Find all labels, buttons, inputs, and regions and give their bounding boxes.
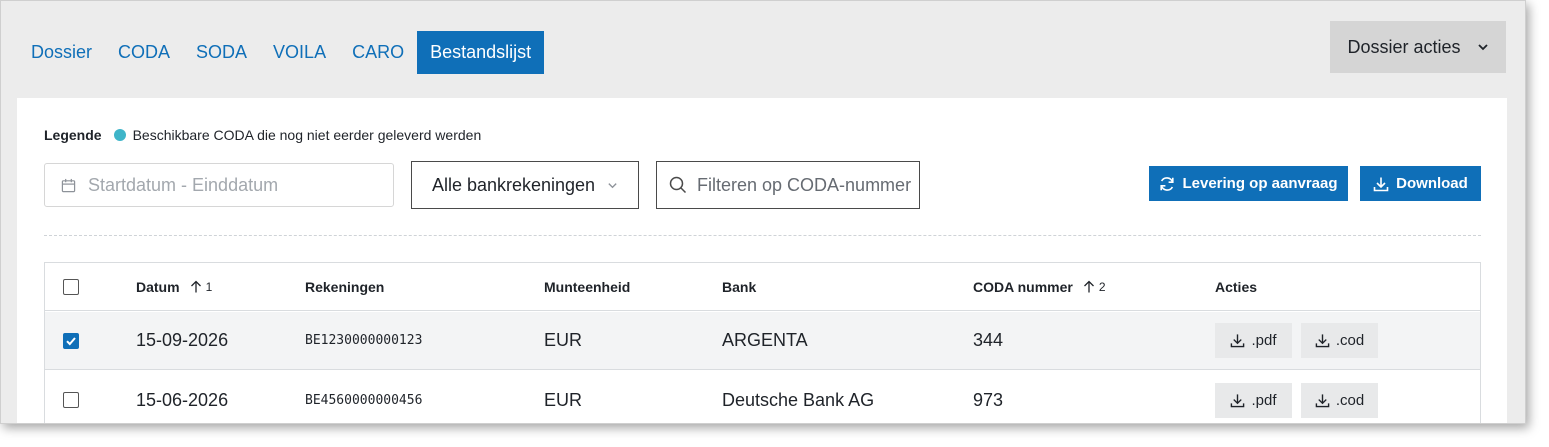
dossier-acties-button[interactable]: Dossier acties: [1330, 21, 1506, 73]
legend-text: Beschikbare CODA die nog niet eerder gel…: [132, 127, 482, 143]
column-datum[interactable]: Datum 1: [136, 263, 212, 310]
download-icon: [1231, 393, 1245, 407]
coda-sort-order: 2: [1098, 279, 1106, 294]
tab-bestandslijst[interactable]: Bestandslijst: [417, 31, 545, 74]
cod-label: .cod: [1335, 332, 1365, 349]
cell-acties: .pdf .cod: [1215, 312, 1378, 369]
table-row: 15-09-2026 BE1230000000123 EUR ARGENTA 3…: [45, 312, 1480, 370]
refresh-icon: [1160, 176, 1175, 191]
cell-coda-nummer: 973: [973, 389, 1004, 410]
coda-sort-indicator: 2: [1083, 280, 1106, 294]
row-select-cell: [63, 312, 79, 369]
row-checkbox[interactable]: [63, 392, 79, 408]
download-icon: [1231, 334, 1245, 348]
chevron-down-icon: [1477, 44, 1488, 51]
column-rekeningen: Rekeningen: [305, 278, 385, 295]
pdf-label: .pdf: [1251, 332, 1277, 349]
cell-munteenheid: EUR: [544, 389, 583, 410]
checkmark-icon: [66, 336, 76, 345]
cell-acties: .pdf .cod: [1215, 371, 1378, 423]
column-datum-label: Datum: [136, 278, 180, 295]
cell-munteenheid: EUR: [544, 330, 583, 350]
select-all-checkbox[interactable]: [63, 278, 79, 295]
coda-search-input[interactable]: Filteren op CODA-nummer: [656, 161, 920, 209]
tab-dossier[interactable]: Dossier: [18, 31, 105, 74]
download-cod-button[interactable]: .cod: [1301, 323, 1378, 358]
column-bank: Bank: [722, 278, 757, 295]
accounts-select[interactable]: Alle bankrekeningen: [411, 161, 639, 209]
download-label: Download: [1396, 175, 1468, 192]
chevron-down-icon: [608, 182, 617, 188]
cell-datum: 15-09-2026: [136, 330, 229, 350]
download-pdf-button[interactable]: .pdf: [1215, 323, 1292, 358]
column-acties: Acties: [1215, 278, 1258, 295]
datum-sort-order: 1: [205, 279, 213, 294]
datum-sort-indicator: 1: [190, 279, 213, 294]
table-row: 15-06-2026 BE4560000000456 EUR Deutsche …: [45, 371, 1480, 423]
cell-bank: Deutsche Bank AG: [722, 389, 875, 410]
select-all-cell: [63, 263, 79, 310]
cell-bank: ARGENTA: [722, 330, 808, 350]
search-icon: [669, 176, 687, 194]
download-icon: [1315, 334, 1330, 348]
divider: [44, 235, 1481, 236]
legend-title: Legende: [44, 127, 102, 143]
cell-datum: 15-06-2026: [136, 389, 229, 410]
pdf-label: .pdf: [1251, 391, 1277, 409]
column-coda-nummer-label: CODA nummer: [973, 278, 1073, 295]
row-checkbox[interactable]: [63, 332, 79, 349]
tab-soda[interactable]: SODA: [183, 31, 260, 74]
download-icon: [1315, 393, 1330, 407]
table-header-row: Datum 1 Rekeningen Munteenheid Bank CODA…: [45, 263, 1480, 311]
accounts-select-value: Alle bankrekeningen: [431, 174, 596, 195]
column-coda-nummer[interactable]: CODA nummer 2: [973, 263, 1106, 310]
download-cod-button[interactable]: .cod: [1301, 382, 1378, 418]
tab-caro[interactable]: CARO: [339, 31, 417, 74]
tab-bar: Dossier CODA SODA VOILA CARO Bestandslij…: [18, 31, 545, 74]
tab-voila[interactable]: VOILA: [260, 31, 339, 74]
tab-coda[interactable]: CODA: [105, 31, 183, 74]
legend-dot: [113, 129, 126, 141]
download-button[interactable]: Download: [1360, 166, 1481, 201]
legend: Legende Beschikbare CODA die nog niet ee…: [44, 127, 481, 143]
coda-search-placeholder: Filteren op CODA-nummer: [697, 174, 912, 195]
column-munteenheid: Munteenheid: [544, 278, 631, 295]
levering-label: Levering op aanvraag: [1182, 175, 1338, 192]
levering-op-aanvraag-button[interactable]: Levering op aanvraag: [1149, 166, 1348, 201]
download-icon: [1373, 177, 1389, 191]
cod-label: .cod: [1335, 391, 1365, 409]
arrow-up-icon: [1083, 280, 1094, 293]
dossier-acties-label: Dossier acties: [1347, 36, 1461, 57]
row-select-cell: [63, 371, 79, 423]
app-window: Dossier CODA SODA VOILA CARO Bestandslij…: [0, 0, 1526, 424]
file-table: Datum 1 Rekeningen Munteenheid Bank CODA…: [44, 262, 1481, 423]
main-panel: Legende Beschikbare CODA die nog niet ee…: [17, 98, 1507, 423]
cell-rekening: BE1230000000123: [305, 333, 423, 348]
date-range-input[interactable]: Startdatum - Einddatum: [44, 163, 394, 207]
cell-rekening: BE4560000000456: [305, 392, 423, 408]
download-pdf-button[interactable]: .pdf: [1215, 382, 1292, 418]
date-range-placeholder: Startdatum - Einddatum: [88, 174, 279, 195]
cell-coda-nummer: 344: [973, 330, 1004, 350]
calendar-icon: [61, 178, 76, 192]
arrow-up-icon: [190, 280, 201, 293]
